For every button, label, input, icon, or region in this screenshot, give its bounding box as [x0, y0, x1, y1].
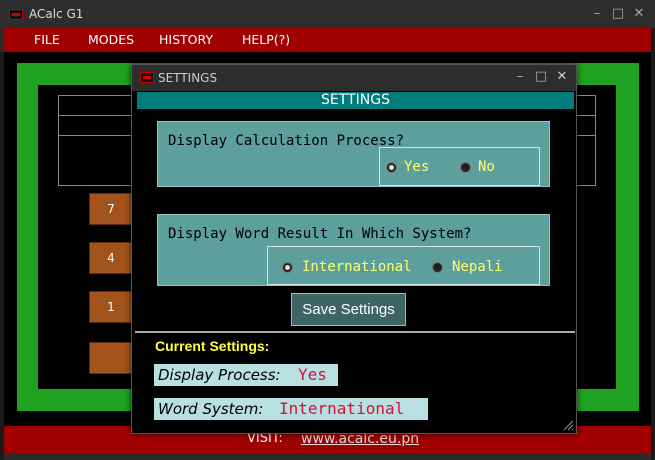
display-row: [576, 115, 596, 135]
menu-item-history[interactable]: HISTORY: [159, 32, 213, 47]
key-4[interactable]: 4: [89, 242, 133, 274]
radio-international[interactable]: [282, 262, 293, 273]
minimize-icon[interactable]: –: [590, 7, 604, 21]
divider: [135, 331, 575, 333]
settings-header: SETTINGS: [137, 92, 574, 109]
key-0[interactable]: [89, 342, 133, 374]
menu-bar: FILE MODES HISTORY HELP(?): [4, 28, 651, 52]
radio-nepali[interactable]: [432, 262, 443, 273]
word-system-question: Display Word Result In Which System?: [168, 226, 472, 242]
display-row: [576, 95, 596, 115]
maximize-icon[interactable]: □: [611, 7, 625, 21]
maximize-icon[interactable]: □: [534, 70, 548, 84]
radio-no[interactable]: [460, 162, 471, 173]
main-titlebar: ACalc G1 – □ ✕: [0, 0, 655, 28]
current-process-value: Yes: [298, 365, 327, 384]
key-7[interactable]: 7: [89, 193, 133, 225]
app-icon: [140, 72, 154, 83]
word-system-group: Display Word Result In Which System? Int…: [157, 214, 550, 286]
save-settings-button[interactable]: Save Settings: [291, 293, 406, 326]
radio-nepali-label[interactable]: Nepali: [452, 259, 503, 275]
process-options: Yes No: [379, 147, 540, 186]
dialog-title: SETTINGS: [158, 71, 218, 85]
display-row: [58, 135, 134, 186]
key-1[interactable]: 1: [89, 291, 133, 323]
radio-no-label[interactable]: No: [478, 159, 495, 175]
minimize-icon[interactable]: –: [513, 70, 527, 84]
display-row: [58, 115, 134, 135]
current-settings-title: Current Settings:: [155, 338, 270, 354]
process-question: Display Calculation Process?: [168, 133, 405, 149]
close-icon[interactable]: ✕: [555, 70, 569, 84]
app-icon: [9, 9, 23, 20]
current-process-row: Display Process: Yes: [154, 364, 338, 386]
resize-grip-icon[interactable]: [562, 419, 574, 431]
display-row: [58, 95, 134, 115]
current-word-label: Word System:: [158, 400, 264, 418]
close-icon[interactable]: ✕: [632, 7, 646, 21]
process-group: Display Calculation Process? Yes No: [157, 121, 550, 187]
dialog-titlebar[interactable]: SETTINGS – □ ✕: [132, 65, 576, 91]
menu-item-modes[interactable]: MODES: [88, 32, 134, 47]
word-system-options: International Nepali: [267, 246, 540, 285]
app-root: ACalc G1 – □ ✕ FILE MODES HISTORY HELP(?…: [0, 0, 655, 460]
menu-item-help[interactable]: HELP(?): [242, 32, 290, 47]
menu-item-file[interactable]: FILE: [34, 32, 60, 47]
display-row: [576, 135, 596, 186]
radio-yes[interactable]: [386, 162, 397, 173]
radio-yes-label[interactable]: Yes: [404, 159, 429, 175]
radio-international-label[interactable]: International: [302, 259, 412, 275]
current-process-label: Display Process:: [158, 366, 281, 384]
current-word-row: Word System: International: [154, 398, 428, 420]
current-word-value: International: [279, 399, 405, 418]
settings-dialog: SETTINGS – □ ✕ SETTINGS Display Calculat…: [131, 64, 577, 434]
window-right-edge: [651, 28, 655, 460]
window-title: ACalc G1: [29, 7, 84, 21]
